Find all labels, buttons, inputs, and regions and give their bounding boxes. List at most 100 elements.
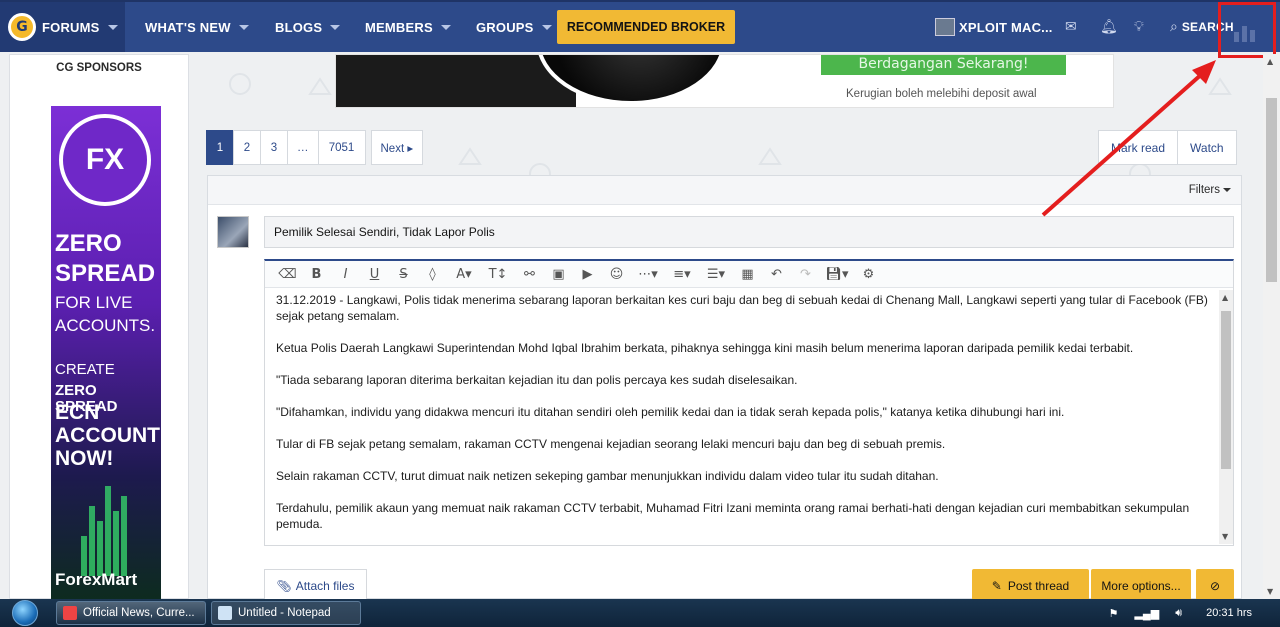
post-thread-button[interactable]: ✎ Post thread	[972, 569, 1089, 602]
page-link[interactable]: 2	[233, 130, 261, 165]
clock[interactable]: 20:31 hrs	[1206, 607, 1252, 619]
scroll-up-icon[interactable]: ▲	[1222, 293, 1228, 302]
attach-files-button[interactable]: 📎︎ Attach files	[264, 569, 367, 602]
scrollbar-thumb[interactable]	[1221, 311, 1231, 469]
editor-content[interactable]: 31.12.2019 - Langkawi, Polis tidak mener…	[265, 290, 1220, 544]
nav-blogs[interactable]: BLOGS	[275, 2, 341, 52]
smiley-icon[interactable]: ☺	[602, 267, 631, 282]
paragraph: "Tiada sebarang laporan diterima berkait…	[276, 373, 798, 387]
scroll-up-icon[interactable]: ▲	[1267, 57, 1273, 66]
paragraph: 31.12.2019 - Langkawi, Polis tidak mener…	[276, 293, 1208, 323]
strikethrough-icon[interactable]: S	[389, 267, 418, 282]
redo-icon[interactable]: ↷	[791, 267, 820, 282]
taskbar-item-notepad[interactable]: Untitled - Notepad	[211, 601, 361, 625]
taskbar: Official News, Curre... Untitled - Notep…	[0, 599, 1280, 627]
undo-icon[interactable]: ↶	[762, 267, 791, 282]
more-options-button[interactable]: More options...	[1091, 569, 1191, 602]
chevron-down-icon	[1223, 187, 1231, 192]
scroll-down-icon[interactable]: ▼	[1222, 532, 1228, 541]
fx-logo: FX	[59, 114, 151, 206]
ad-line: ECN	[55, 401, 100, 424]
cancel-button[interactable]: ⊘	[1196, 569, 1234, 602]
envelope-icon: ✉	[1065, 19, 1077, 35]
signal-icon[interactable]: ▂▄▆	[1134, 607, 1159, 620]
paragraph: Tular di FB sejak petang semalam, rakama…	[276, 437, 946, 451]
start-button[interactable]	[4, 599, 46, 627]
font-size-icon[interactable]: T↕	[481, 267, 515, 282]
italic-icon[interactable]: I	[331, 267, 360, 282]
more-icon[interactable]: ⋯▾	[631, 267, 665, 282]
table-icon[interactable]: ▦	[733, 267, 762, 282]
network-flag-icon[interactable]: ⚑	[1109, 607, 1119, 620]
chevron-down-icon	[330, 24, 341, 30]
pagination: 1 2 3 … 7051 Next ▸	[206, 130, 424, 165]
list-icon[interactable]: ☰▾	[699, 267, 733, 282]
bulb-button[interactable]: 💡︎	[1134, 2, 1144, 52]
paragraph: "Difahamkan, individu yang didakwa mencu…	[276, 405, 1065, 419]
eraser-icon[interactable]: ⌫	[273, 267, 302, 282]
sponsors-title: CG SPONSORS	[56, 62, 142, 74]
align-icon[interactable]: ≡▾	[665, 267, 699, 282]
chevron-down-icon	[541, 24, 552, 30]
sidebar: CG SPONSORS FX ZERO SPREAD FOR LIVE ACCO…	[9, 54, 189, 600]
alerts-button[interactable]: 🔔︎	[1100, 2, 1118, 52]
banner-disclaimer: Kerugian boleh melebihi deposit awal	[846, 88, 1037, 100]
paperclip-icon: 📎︎	[276, 578, 292, 593]
banner-cta-button[interactable]: Berdagangan Sekarang!	[821, 55, 1066, 75]
forums-menu[interactable]: G FORUMS	[0, 2, 125, 52]
watch-button[interactable]: Watch	[1177, 130, 1237, 165]
paragraph: Ketua Polis Daerah Langkawi Superintenda…	[276, 341, 1134, 355]
font-family-icon[interactable]: A▾	[447, 267, 481, 282]
drafts-icon[interactable]: 💾︎▾	[820, 267, 854, 282]
taskbar-item-browser[interactable]: Official News, Curre...	[56, 601, 206, 625]
text-color-icon[interactable]: ◊	[418, 267, 447, 282]
rich-text-editor[interactable]: ⌫ B I U S ◊ A▾ T↕ ⚯ ▣ ▶ ☺ ⋯▾ ≡▾ ☰▾ ▦ ↶ ↷…	[264, 259, 1234, 546]
cancel-icon: ⊘	[1209, 578, 1221, 593]
pencil-icon: ✎	[991, 578, 1002, 593]
banner-ad[interactable]: Berdagangan Sekarang! Kerugian boleh mel…	[335, 54, 1114, 108]
editor-scrollbar[interactable]: ▲ ▼	[1219, 290, 1233, 544]
paragraph: Terdahulu, pemilik akaun yang memuat nai…	[276, 501, 1190, 531]
thread-title-input[interactable]: Pemilik Selesai Sendiri, Tidak Lapor Pol…	[264, 216, 1234, 248]
chevron-down-icon	[440, 24, 451, 30]
nav-members[interactable]: MEMBERS	[365, 2, 451, 52]
bold-icon[interactable]: B	[302, 267, 331, 282]
search-icon: ⌕	[1170, 19, 1178, 35]
page-scrollbar[interactable]: ▲ ▼	[1263, 54, 1280, 599]
scroll-down-icon[interactable]: ▼	[1267, 587, 1273, 596]
ad-line: SPREAD	[55, 260, 156, 287]
ad-brand: ForexMart	[55, 570, 138, 589]
nav-whats-new[interactable]: WHAT'S NEW	[145, 2, 249, 52]
underline-icon[interactable]: U	[360, 267, 389, 282]
recommended-broker-button[interactable]: RECOMMENDED BROKER	[557, 10, 735, 44]
editor-toolbar: ⌫ B I U S ◊ A▾ T↕ ⚯ ▣ ▶ ☺ ⋯▾ ≡▾ ☰▾ ▦ ↶ ↷…	[265, 261, 1233, 288]
banner-dark-panel	[336, 55, 576, 107]
user-menu[interactable]: XPLOIT MAC...	[935, 2, 1053, 52]
next-page-button[interactable]: Next ▸	[370, 130, 424, 165]
image-icon[interactable]: ▣	[544, 267, 573, 282]
volume-icon[interactable]: 🔊︎	[1175, 607, 1182, 620]
ad-line: FOR LIVE	[55, 293, 133, 312]
scrollbar-thumb[interactable]	[1266, 98, 1277, 282]
bell-icon: 🔔︎	[1100, 19, 1118, 35]
page-link[interactable]: 7051	[317, 130, 366, 165]
page-link[interactable]: 1	[206, 130, 234, 165]
link-icon[interactable]: ⚯	[515, 267, 544, 282]
chevron-down-icon	[107, 24, 118, 30]
ad-line: ACCOUNT	[55, 424, 160, 447]
avatar[interactable]	[217, 216, 249, 248]
mark-read-button[interactable]: Mark read	[1098, 130, 1179, 165]
annotation-highlight-box	[1218, 2, 1276, 58]
nav-groups[interactable]: GROUPS	[476, 2, 552, 52]
gear-icon[interactable]: ⚙	[854, 267, 883, 282]
page-ellipsis[interactable]: …	[287, 130, 319, 165]
filters-dropdown[interactable]: Filters	[1189, 184, 1231, 196]
video-icon[interactable]: ▶	[573, 267, 602, 282]
chart-bars-graphic	[81, 486, 127, 576]
page-link[interactable]: 3	[260, 130, 288, 165]
thread-actions: Mark read Watch	[1098, 130, 1237, 165]
site-logo-icon: G	[8, 13, 36, 41]
ad-line: NOW!	[55, 447, 114, 470]
sponsor-ad[interactable]: FX ZERO SPREAD FOR LIVE ACCOUNTS. CREATE…	[51, 106, 161, 600]
inbox-button[interactable]: ✉	[1065, 2, 1077, 52]
